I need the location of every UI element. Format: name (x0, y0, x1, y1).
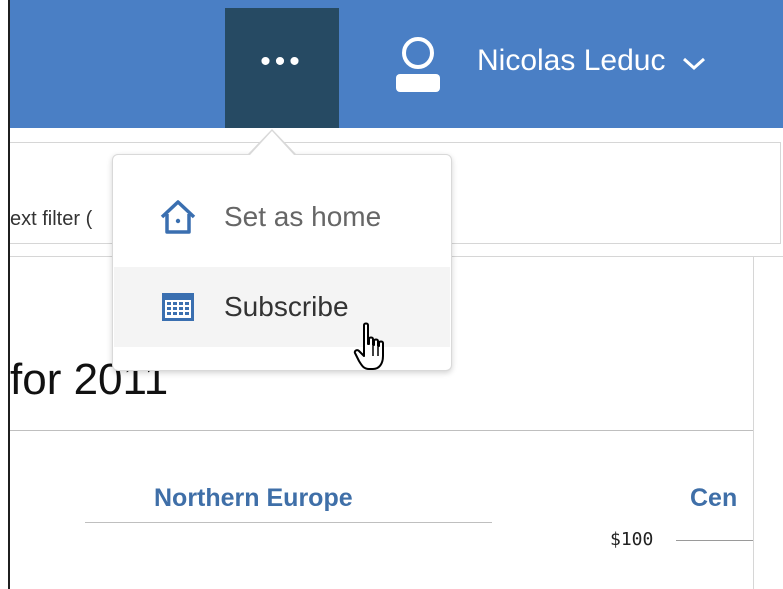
hand-cursor-icon (353, 322, 384, 370)
menu-item-label: Subscribe (224, 291, 349, 322)
panel-divider (753, 256, 754, 589)
region-title-central[interactable]: Cen (690, 484, 737, 513)
menu-item-subscribe[interactable]: Subscribe (114, 267, 450, 347)
calendar-icon (162, 293, 194, 321)
home-icon (160, 200, 196, 234)
more-dots-icon: ••• (260, 45, 304, 78)
user-menu[interactable]: Nicolas Leduc (393, 32, 709, 96)
more-options-popover: Set as home Subscribe (112, 154, 452, 371)
window-left-border (8, 0, 10, 589)
popover-arrow-fill (250, 131, 294, 155)
text-filter-label[interactable]: ext filter ( (10, 208, 92, 231)
axis-tick-label: $100 (610, 529, 654, 550)
heading-divider (10, 430, 753, 431)
menu-item-set-as-home[interactable]: Set as home (114, 177, 450, 257)
region-divider (85, 522, 492, 523)
region-title-northern-europe[interactable]: Northern Europe (154, 484, 353, 513)
user-name[interactable]: Nicolas Leduc (477, 44, 665, 78)
user-icon (393, 32, 443, 96)
menu-item-label: Set as home (224, 201, 382, 232)
chevron-down-icon[interactable] (679, 53, 709, 73)
more-options-button[interactable]: ••• (225, 8, 339, 128)
axis-gridline (676, 540, 753, 541)
app-frame: ••• Nicolas Leduc ext filter ( for 2011 … (0, 0, 783, 589)
